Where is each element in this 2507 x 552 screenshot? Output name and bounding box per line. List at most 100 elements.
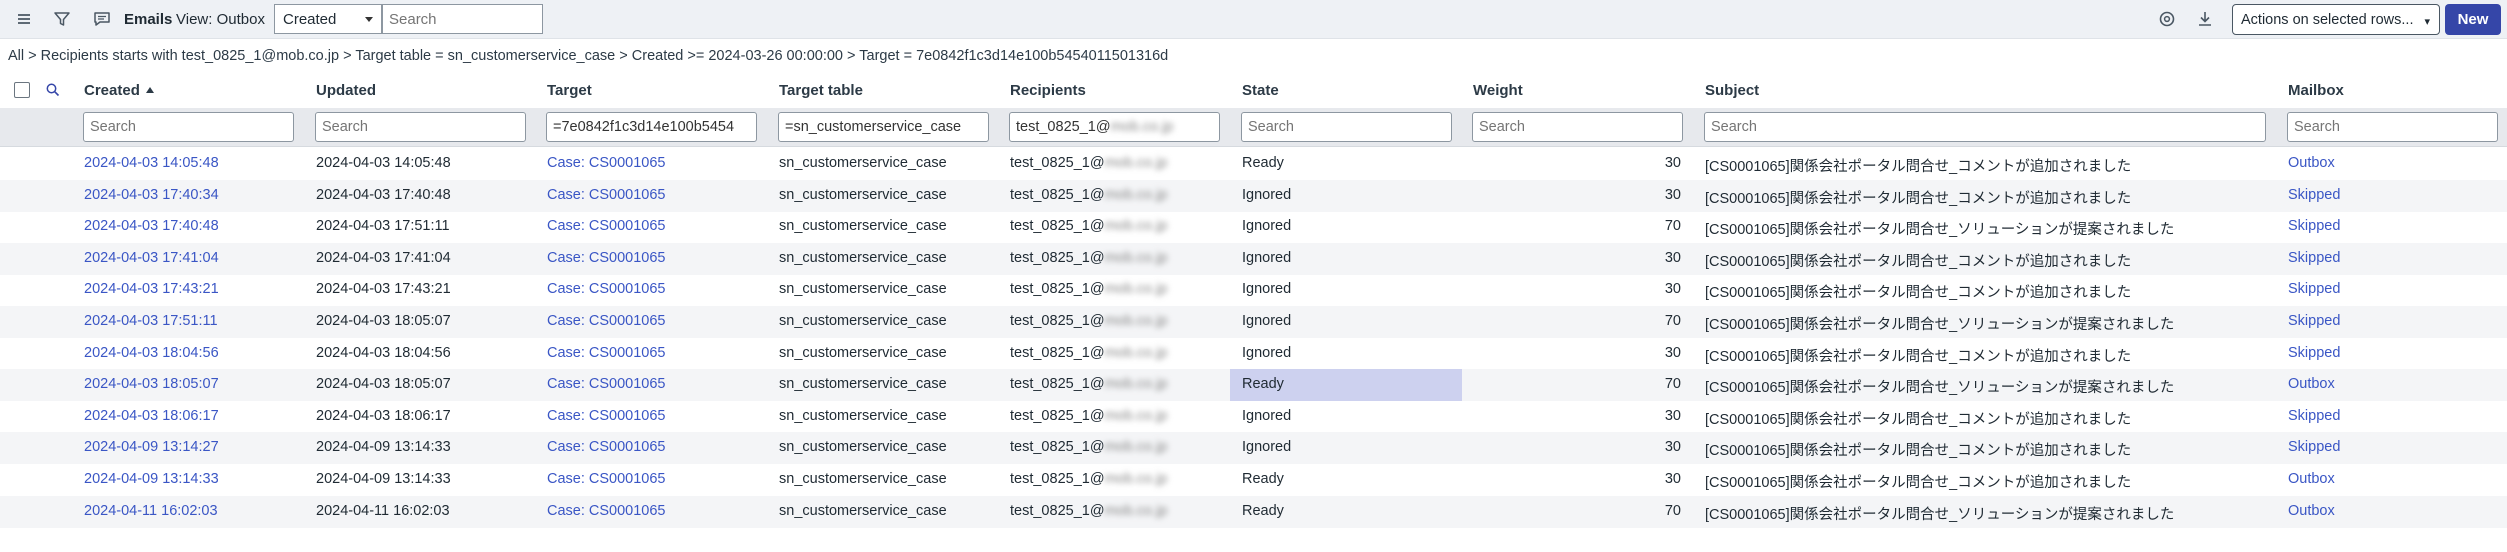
target-link[interactable]: Case: CS0001065 (547, 155, 666, 171)
recipient-redacted: mob.co.jp (1104, 249, 1168, 266)
state-cell: Ready (1242, 155, 1284, 171)
target-table-cell: sn_customerservice_case (779, 471, 947, 487)
table-row[interactable]: 2024-04-03 17:43:21 2024-04-03 17:43:21 Ca… (0, 274, 2507, 306)
filter-updated-input[interactable] (315, 112, 526, 142)
subject-cell: [CS0001065]関係会社ポータル問合せ_コメントが追加されました (1705, 285, 2132, 302)
new-button[interactable]: New (2445, 4, 2501, 35)
row-checkbox[interactable] (14, 157, 28, 171)
mailbox-link[interactable]: Skipped (2288, 408, 2340, 424)
target-link[interactable]: Case: CS0001065 (547, 345, 666, 361)
hamburger-icon[interactable] (14, 9, 34, 29)
created-link[interactable]: 2024-04-03 18:05:07 (84, 376, 219, 392)
filter-icon[interactable] (52, 9, 72, 29)
row-checkbox[interactable] (14, 189, 28, 203)
target-link[interactable]: Case: CS0001065 (547, 250, 666, 266)
target-link[interactable]: Case: CS0001065 (547, 313, 666, 329)
created-link[interactable]: 2024-04-03 17:40:34 (84, 187, 219, 203)
mailbox-link[interactable]: Skipped (2288, 439, 2340, 455)
mailbox-link[interactable]: Skipped (2288, 187, 2340, 203)
mailbox-link[interactable]: Skipped (2288, 250, 2340, 266)
target-link[interactable]: Case: CS0001065 (547, 408, 666, 424)
table-row[interactable]: 2024-04-03 17:51:11 2024-04-03 18:05:07 Ca… (0, 306, 2507, 338)
table-row[interactable]: 2024-04-09 13:14:33 2024-04-09 13:14:33 Ca… (0, 464, 2507, 496)
table-row[interactable]: 2024-04-03 17:40:34 2024-04-03 17:40:48 Ca… (0, 179, 2507, 212)
row-checkbox[interactable] (14, 505, 28, 519)
created-link[interactable]: 2024-04-03 17:43:21 (84, 281, 219, 297)
filter-target-input[interactable] (546, 112, 757, 142)
filter-mailbox-input[interactable] (2287, 112, 2498, 142)
mailbox-link[interactable]: Skipped (2288, 218, 2340, 234)
created-link[interactable]: 2024-04-03 17:40:48 (84, 218, 219, 234)
target-link[interactable]: Case: CS0001065 (547, 281, 666, 297)
row-checkbox[interactable] (14, 378, 28, 392)
mailbox-link[interactable]: Skipped (2288, 281, 2340, 297)
table-row[interactable]: 2024-04-09 13:14:27 2024-04-09 13:14:33 Ca… (0, 432, 2507, 465)
created-link[interactable]: 2024-04-11 16:02:03 (84, 503, 218, 519)
filter-weight-input[interactable] (1472, 112, 1683, 142)
target-link[interactable]: Case: CS0001065 (547, 439, 666, 455)
created-link[interactable]: 2024-04-03 18:06:17 (84, 408, 219, 424)
row-checkbox[interactable] (14, 283, 28, 297)
chat-icon[interactable] (92, 9, 112, 29)
download-icon[interactable] (2195, 9, 2215, 29)
recipient-address: test_0825_1@ (1010, 218, 1105, 235)
weight-cell: 70 (1664, 313, 1681, 329)
column-header-mailbox[interactable]: Mailbox (2288, 82, 2344, 99)
settings-icon[interactable] (2157, 9, 2177, 29)
table-row[interactable]: 2024-04-03 18:06:17 2024-04-03 18:06:17 Ca… (0, 401, 2507, 433)
table-row[interactable]: 2024-04-03 17:40:48 2024-04-03 17:51:11 Ca… (0, 211, 2507, 243)
actions-select[interactable]: Actions on selected rows... ▾ (2232, 4, 2440, 35)
target-link[interactable]: Case: CS0001065 (547, 187, 666, 203)
target-link[interactable]: Case: CS0001065 (547, 503, 666, 519)
row-checkbox[interactable] (14, 347, 28, 361)
mailbox-link[interactable]: Outbox (2288, 376, 2335, 392)
list-search-input[interactable] (382, 4, 543, 34)
column-header-subject[interactable]: Subject (1705, 82, 1759, 99)
filter-recipients-input[interactable]: test_0825_1@mob.co.jp (1009, 112, 1220, 142)
table-row[interactable]: 2024-04-03 17:41:04 2024-04-03 17:41:04 Ca… (0, 242, 2507, 275)
column-header-created[interactable]: Created (84, 82, 154, 99)
mailbox-link[interactable]: Outbox (2288, 471, 2335, 487)
mailbox-link[interactable]: Outbox (2288, 503, 2335, 519)
select-all-checkbox[interactable] (14, 82, 30, 98)
mailbox-link[interactable]: Skipped (2288, 345, 2340, 361)
filter-created-input[interactable] (83, 112, 294, 142)
filter-target-table-input[interactable] (778, 112, 989, 142)
row-checkbox[interactable] (14, 252, 28, 266)
row-checkbox[interactable] (14, 473, 28, 487)
column-header-target-table[interactable]: Target table (779, 82, 863, 99)
column-header-target[interactable]: Target (547, 82, 592, 99)
mailbox-link[interactable]: Outbox (2288, 155, 2335, 171)
table-row[interactable]: 2024-04-03 14:05:48 2024-04-03 14:05:48 Ca… (0, 148, 2507, 180)
recipients-cell: test_0825_1@mob.co.jp (1010, 471, 1167, 487)
filter-subject-input[interactable] (1704, 112, 2266, 142)
created-link[interactable]: 2024-04-09 13:14:33 (84, 471, 219, 487)
created-link[interactable]: 2024-04-03 17:51:11 (84, 313, 218, 329)
filter-state-input[interactable] (1241, 112, 1452, 142)
row-checkbox[interactable] (14, 441, 28, 455)
row-checkbox[interactable] (14, 220, 28, 234)
created-link[interactable]: 2024-04-03 17:41:04 (84, 250, 219, 266)
view-label[interactable]: View: Outbox (176, 11, 265, 28)
table-row[interactable]: 2024-04-03 18:04:56 2024-04-03 18:04:56 Ca… (0, 338, 2507, 370)
breadcrumb[interactable]: All > Recipients starts with test_0825_1… (8, 48, 1168, 64)
created-link[interactable]: 2024-04-03 18:04:56 (84, 345, 219, 361)
search-icon[interactable] (45, 82, 61, 98)
target-link[interactable]: Case: CS0001065 (547, 376, 666, 392)
created-link[interactable]: 2024-04-03 14:05:48 (84, 155, 219, 171)
row-checkbox[interactable] (14, 410, 28, 424)
column-header-updated[interactable]: Updated (316, 82, 376, 99)
table-row[interactable]: 2024-04-11 16:02:03 2024-04-11 16:02:03 Ca… (0, 495, 2507, 528)
table-row[interactable]: 2024-04-03 18:05:07 2024-04-03 18:05:07 Ca… (0, 369, 2507, 402)
column-header-weight[interactable]: Weight (1473, 82, 1523, 99)
search-field-select[interactable]: Created (274, 4, 382, 34)
created-link[interactable]: 2024-04-09 13:14:27 (84, 439, 219, 455)
target-link[interactable]: Case: CS0001065 (547, 471, 666, 487)
column-header-recipients[interactable]: Recipients (1010, 82, 1086, 99)
mailbox-link[interactable]: Skipped (2288, 313, 2340, 329)
subject-cell: [CS0001065]関係会社ポータル問合せ_コメントが追加されました (1705, 253, 2132, 270)
column-header-state[interactable]: State (1242, 82, 1279, 99)
target-link[interactable]: Case: CS0001065 (547, 218, 666, 234)
row-checkbox[interactable] (14, 315, 28, 329)
recipient-address: test_0825_1@ (1010, 502, 1105, 519)
